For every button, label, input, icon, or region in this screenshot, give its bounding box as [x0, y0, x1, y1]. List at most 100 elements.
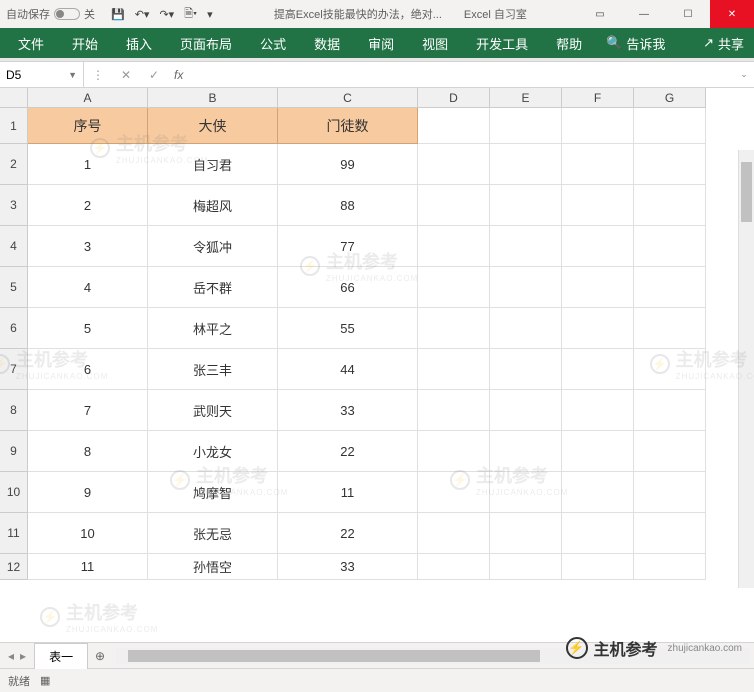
scrollbar-thumb[interactable]	[741, 162, 752, 222]
tab-formulas[interactable]: 公式	[246, 28, 300, 58]
cell-C12[interactable]: 33	[278, 554, 418, 580]
autosave-toggle[interactable]: 自动保存 关	[0, 6, 101, 22]
cell-A9[interactable]: 8	[28, 431, 148, 472]
row-header-6[interactable]: 6	[0, 308, 28, 349]
cell-E6[interactable]	[490, 308, 562, 349]
cell-E5[interactable]	[490, 267, 562, 308]
cell-G9[interactable]	[634, 431, 706, 472]
cell-C7[interactable]: 44	[278, 349, 418, 390]
cell-A12[interactable]: 11	[28, 554, 148, 580]
cell-E12[interactable]	[490, 554, 562, 580]
minimize-button[interactable]: —	[622, 0, 666, 28]
cancel-icon[interactable]: ✕	[112, 68, 140, 82]
macro-record-icon[interactable]: ▦	[40, 674, 50, 687]
cell-E1[interactable]	[490, 108, 562, 144]
cell-B2[interactable]: 自习君	[148, 144, 278, 185]
tab-page-layout[interactable]: 页面布局	[166, 28, 246, 58]
cell-E8[interactable]	[490, 390, 562, 431]
column-header-C[interactable]: C	[278, 88, 418, 108]
name-box[interactable]: D5 ▼	[0, 62, 84, 87]
column-header-E[interactable]: E	[490, 88, 562, 108]
cell-D4[interactable]	[418, 226, 490, 267]
cell-G1[interactable]	[634, 108, 706, 144]
select-all-corner[interactable]	[0, 88, 28, 108]
cell-A5[interactable]: 4	[28, 267, 148, 308]
cell-B1[interactable]: 大侠	[148, 108, 278, 144]
cell-A2[interactable]: 1	[28, 144, 148, 185]
tab-first-icon[interactable]: ◂	[8, 649, 14, 663]
cell-G4[interactable]	[634, 226, 706, 267]
expand-dropdown-icon[interactable]: ⋮	[84, 68, 112, 82]
cell-G2[interactable]	[634, 144, 706, 185]
cell-A3[interactable]: 2	[28, 185, 148, 226]
column-header-B[interactable]: B	[148, 88, 278, 108]
row-header-8[interactable]: 8	[0, 390, 28, 431]
cell-D5[interactable]	[418, 267, 490, 308]
cell-C1[interactable]: 门徒数	[278, 108, 418, 144]
row-header-4[interactable]: 4	[0, 226, 28, 267]
cell-C2[interactable]: 99	[278, 144, 418, 185]
cell-D6[interactable]	[418, 308, 490, 349]
add-sheet-button[interactable]: ⊕	[88, 649, 112, 663]
cell-D2[interactable]	[418, 144, 490, 185]
column-header-G[interactable]: G	[634, 88, 706, 108]
row-header-11[interactable]: 11	[0, 513, 28, 554]
cell-D7[interactable]	[418, 349, 490, 390]
cell-F8[interactable]	[562, 390, 634, 431]
cell-A10[interactable]: 9	[28, 472, 148, 513]
cell-E10[interactable]	[490, 472, 562, 513]
row-header-7[interactable]: 7	[0, 349, 28, 390]
ribbon-options-icon[interactable]: ▭	[578, 0, 622, 28]
cell-C5[interactable]: 66	[278, 267, 418, 308]
cell-D9[interactable]	[418, 431, 490, 472]
cell-grid[interactable]: 序号大侠门徒数1自习君992梅超风883令狐冲774岳不群665林平之556张三…	[28, 108, 754, 642]
cell-F11[interactable]	[562, 513, 634, 554]
cell-D3[interactable]	[418, 185, 490, 226]
cell-F12[interactable]	[562, 554, 634, 580]
tab-help[interactable]: 帮助	[542, 28, 596, 58]
qat-more-icon[interactable]: ▾	[207, 8, 213, 21]
tab-file[interactable]: 文件	[4, 28, 58, 58]
close-button[interactable]: ✕	[710, 0, 754, 28]
tab-review[interactable]: 审阅	[354, 28, 408, 58]
row-header-10[interactable]: 10	[0, 472, 28, 513]
cell-A11[interactable]: 10	[28, 513, 148, 554]
cell-B9[interactable]: 小龙女	[148, 431, 278, 472]
cell-C9[interactable]: 22	[278, 431, 418, 472]
sheet-tab-active[interactable]: 表一	[34, 643, 88, 669]
cell-A1[interactable]: 序号	[28, 108, 148, 144]
row-header-2[interactable]: 2	[0, 144, 28, 185]
tab-home[interactable]: 开始	[58, 28, 112, 58]
cell-D10[interactable]	[418, 472, 490, 513]
save-icon[interactable]: 💾	[111, 8, 125, 21]
enter-icon[interactable]: ✓	[140, 68, 168, 82]
cell-F3[interactable]	[562, 185, 634, 226]
cell-E3[interactable]	[490, 185, 562, 226]
expand-formula-icon[interactable]: ⌄	[734, 69, 754, 80]
cell-B10[interactable]: 鸠摩智	[148, 472, 278, 513]
cell-F5[interactable]	[562, 267, 634, 308]
vertical-scrollbar[interactable]	[738, 150, 754, 588]
cell-G8[interactable]	[634, 390, 706, 431]
cell-B6[interactable]: 林平之	[148, 308, 278, 349]
cell-G12[interactable]	[634, 554, 706, 580]
column-header-F[interactable]: F	[562, 88, 634, 108]
cell-A8[interactable]: 7	[28, 390, 148, 431]
cell-D11[interactable]	[418, 513, 490, 554]
cell-F4[interactable]	[562, 226, 634, 267]
cell-A6[interactable]: 5	[28, 308, 148, 349]
redo-icon[interactable]: ↷▾	[159, 8, 174, 21]
cell-F2[interactable]	[562, 144, 634, 185]
cell-F7[interactable]	[562, 349, 634, 390]
cell-C4[interactable]: 77	[278, 226, 418, 267]
cell-C10[interactable]: 11	[278, 472, 418, 513]
cell-G11[interactable]	[634, 513, 706, 554]
cell-F9[interactable]	[562, 431, 634, 472]
cell-G10[interactable]	[634, 472, 706, 513]
cell-E11[interactable]	[490, 513, 562, 554]
fx-icon[interactable]: fx	[168, 68, 189, 82]
print-preview-icon[interactable]: 🗎▾	[184, 5, 197, 24]
cell-C8[interactable]: 33	[278, 390, 418, 431]
maximize-button[interactable]: ☐	[666, 0, 710, 28]
cell-B3[interactable]: 梅超风	[148, 185, 278, 226]
